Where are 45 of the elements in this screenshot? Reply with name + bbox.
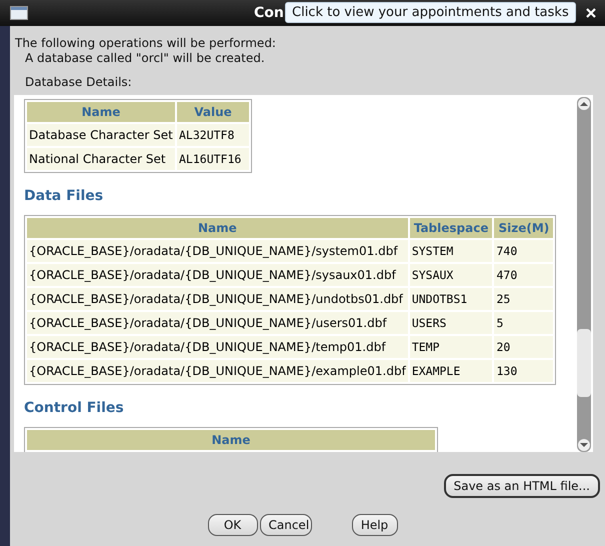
window-icon: [10, 6, 28, 20]
table-cell: {ORACLE_BASE}/oradata/{DB_UNIQUE_NAME}/users01.dbf: [27, 312, 408, 334]
table-cell: {ORACLE_BASE}/oradata/{DB_UNIQUE_NAME}/example01.dbf: [27, 360, 408, 382]
dialog-button[interactable]: Help: [352, 514, 398, 536]
table-cell: 470: [494, 264, 554, 286]
column-header: Name: [27, 102, 175, 122]
table-cell: UNDOTBS1: [410, 288, 492, 310]
intro-text: A database called "orcl" will be created.: [24, 51, 266, 66]
column-header: Tablespace: [410, 218, 492, 238]
table-cell: AL32UTF8: [177, 124, 249, 146]
window-title: Con: [254, 5, 284, 21]
table-cell: {ORACLE_BASE}/oradata/{DB_UNIQUE_NAME}/undotbs01.dbf: [27, 288, 408, 310]
scroll-down-icon[interactable]: [578, 439, 590, 451]
column-header: Name: [27, 430, 435, 450]
table-cell: Database Character Set: [27, 124, 175, 146]
scroll-up-icon[interactable]: [578, 98, 590, 110]
table-cell: USERS: [410, 312, 492, 334]
table-cell: {ORACLE_BASE}/oradata/{DB_UNIQUE_NAME}/sysaux01.dbf: [27, 264, 408, 286]
close-icon[interactable]: [586, 8, 596, 18]
table-cell: 25: [494, 288, 554, 310]
table-cell: EXAMPLE: [410, 360, 492, 382]
table-cell: {ORACLE_BASE}/oradata/{DB_UNIQUE_NAME}/system01.dbf: [27, 240, 408, 262]
scroll-thumb[interactable]: [577, 329, 591, 397]
scrollbar[interactable]: [577, 97, 591, 452]
table-cell: {ORACLE_BASE}/oradata/{DB_UNIQUE_NAME}/temp01.dbf: [27, 336, 408, 358]
table-cell: 5: [494, 312, 554, 334]
section-heading: Control Files: [24, 400, 125, 416]
tooltip: Click to view your appointments and tasks: [285, 2, 576, 23]
column-header: Name: [27, 218, 408, 238]
table-cell: 740: [494, 240, 554, 262]
table-cell: 20: [494, 336, 554, 358]
table-cell: National Character Set: [27, 148, 175, 170]
dialog-button[interactable]: OK: [208, 514, 258, 536]
details-label: Database Details:: [24, 75, 133, 90]
table-cell: 130: [494, 360, 554, 382]
column-header: Value: [177, 102, 249, 122]
table-cell: SYSTEM: [410, 240, 492, 262]
save-html-button[interactable]: Save as an HTML file...: [444, 474, 600, 498]
table-cell: TEMP: [410, 336, 492, 358]
column-header: Size(M): [494, 218, 554, 238]
table-cell: SYSAUX: [410, 264, 492, 286]
dialog-button[interactable]: Cancel: [260, 514, 312, 536]
table-cell: AL16UTF16: [177, 148, 249, 170]
intro-text: The following operations will be performed:: [15, 36, 277, 51]
section-heading: Data Files: [24, 188, 104, 204]
